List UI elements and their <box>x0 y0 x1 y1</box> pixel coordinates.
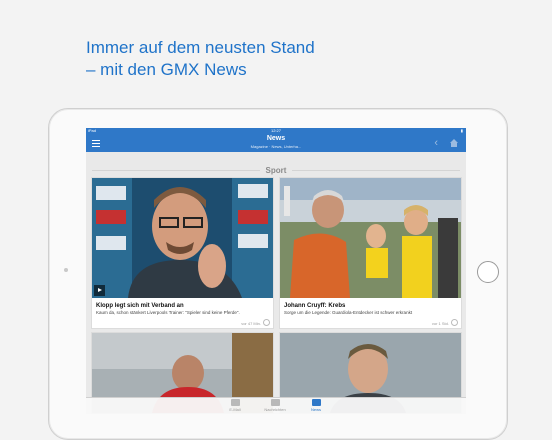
tab-news[interactable]: News <box>301 399 331 412</box>
tab-bar: E-Mail Nachrichten News <box>86 397 466 414</box>
mail-icon <box>230 399 240 406</box>
card-description: Sorge um die Legende: Guardiola-Entdecke… <box>284 310 413 315</box>
clock-icon <box>263 319 270 326</box>
nav-title: News <box>266 135 286 142</box>
headline-line-1: Immer auf dem neusten Stand <box>86 38 315 57</box>
news-icon <box>311 399 321 406</box>
promo-headline: Immer auf dem neusten Stand – mit den GM… <box>86 37 315 81</box>
tab-email[interactable]: E-Mail <box>220 399 250 412</box>
card-description: Kaum da, schon stänkert Liverpools Train… <box>96 310 240 315</box>
photo-klopp <box>92 178 273 298</box>
tab-label: News <box>310 407 321 412</box>
photo-cruyff <box>280 178 461 298</box>
tab-label: E-Mail <box>229 407 241 412</box>
camera-dot <box>64 268 68 272</box>
home-button[interactable] <box>477 261 499 283</box>
news-card[interactable]: Johann Cruyff: Krebs Sorge um die Legend… <box>279 177 462 329</box>
section-label: Sport <box>259 166 293 175</box>
clock-icon <box>451 319 458 326</box>
house-icon[interactable] <box>449 138 459 148</box>
nav-subtitle[interactable]: Magazine · News, Unterha... <box>86 144 466 149</box>
article-image <box>92 178 273 298</box>
back-icon[interactable]: ‹ <box>434 137 438 149</box>
card-title: Klopp legt sich mit Verband an <box>96 303 184 309</box>
nav-bar: News Magazine · News, Unterha... ‹ <box>86 134 466 152</box>
messages-icon <box>270 399 280 406</box>
card-timestamp: vor 1 Std. <box>431 321 449 326</box>
card-timestamp: vor 47 Min. <box>241 321 261 326</box>
tab-messages[interactable]: Nachrichten <box>260 399 290 412</box>
play-icon[interactable] <box>94 285 105 296</box>
headline-line-2: – mit den GMX News <box>86 60 247 79</box>
tab-label: Nachrichten <box>264 407 286 412</box>
card-title: Johann Cruyff: Krebs <box>284 303 346 309</box>
app-screen: iPad 12:27 ▮ News Magazine · News, Unter… <box>86 128 466 414</box>
article-image <box>280 178 461 298</box>
news-card[interactable]: Klopp legt sich mit Verband an Kaum da, … <box>91 177 274 329</box>
